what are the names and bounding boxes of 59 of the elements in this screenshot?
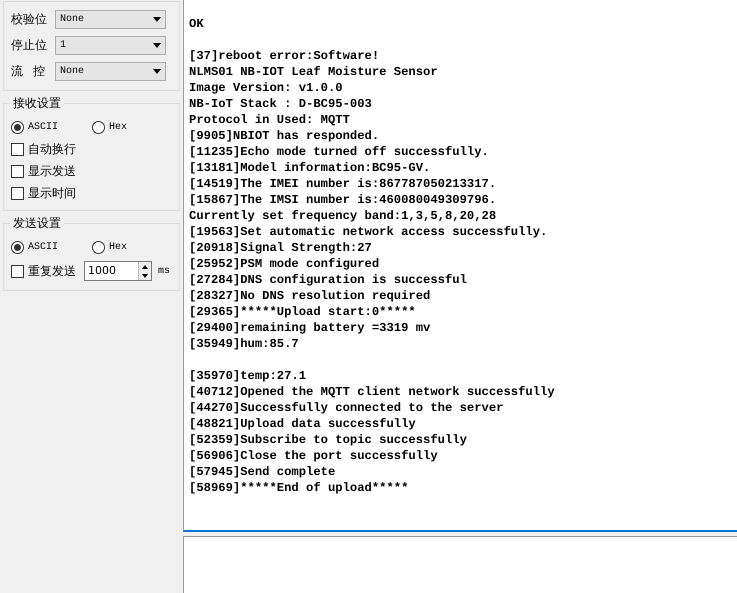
- log-line: [52359]Subscribe to topic successfully: [189, 432, 467, 448]
- checkbox-option[interactable]: 自动换行: [11, 140, 76, 158]
- radio-option[interactable]: Hex: [92, 240, 128, 254]
- setting-label: 校验位: [11, 11, 48, 28]
- log-line: [57945]Send complete: [189, 464, 336, 480]
- log-line: NB-IoT Stack : D-BC95-003: [189, 96, 372, 112]
- radio-option[interactable]: ASCII: [11, 240, 58, 254]
- log-line: OK: [189, 16, 204, 32]
- send-text-field[interactable]: [183, 536, 737, 593]
- log-line: [14519]The IMEI number is:867787050213317.: [189, 176, 496, 192]
- radio-button[interactable]: [11, 120, 24, 134]
- log-line: [56906]Close the port successfully: [189, 448, 438, 464]
- setting-label: 停止位: [11, 37, 48, 54]
- dropdown[interactable]: 1: [55, 36, 166, 54]
- log-line: Image Version: v1.0.0: [189, 80, 343, 96]
- log-line: [27284]DNS configuration is successful: [189, 272, 467, 288]
- group-title: 发送设置: [10, 215, 64, 231]
- caret-icon: [153, 42, 161, 48]
- checkbox-option[interactable]: 显示时间: [11, 184, 76, 202]
- radio-option[interactable]: ASCII: [11, 120, 58, 134]
- radio-button[interactable]: [11, 240, 24, 254]
- log-line: [48821]Upload data successfully: [189, 416, 416, 432]
- caret-icon: [153, 68, 161, 74]
- log-line: [15867]The IMSI number is:460080049309796.: [189, 192, 496, 208]
- radio-option[interactable]: Hex: [92, 120, 128, 134]
- log-line: [35970]temp:27.1: [189, 368, 306, 384]
- log-line: [58969]*****End of upload*****: [189, 480, 408, 496]
- spin-arrows-icon[interactable]: [138, 262, 151, 280]
- log-line: [29365]*****Upload start:0*****: [189, 304, 416, 320]
- log-line: Protocol in Used: MQTT: [189, 112, 350, 128]
- radio-button[interactable]: [92, 240, 106, 254]
- log-line: [13181]Model information:BC95-GV.: [189, 160, 430, 176]
- log-line: [11235]Echo mode turned off successfully.: [189, 144, 489, 160]
- log-line: [40712]Opened the MQTT client network successfully: [189, 384, 555, 400]
- checkbox-option[interactable]: 重复发送: [11, 262, 76, 280]
- interval-spinbox[interactable]: 1000: [84, 261, 152, 281]
- unit-label: ms: [158, 264, 170, 278]
- radio-button[interactable]: [92, 120, 106, 134]
- checkbox[interactable]: [11, 186, 24, 200]
- group-title: 接收设置: [10, 95, 64, 111]
- log-line: [9905]NBIOT has responded.: [189, 128, 380, 144]
- setting-label: 流 控: [11, 63, 46, 80]
- log-line: [20918]Signal Strength:27: [189, 240, 372, 256]
- log-line: [19563]Set automatic network access successfully.: [189, 224, 548, 240]
- log-line: [44270]Successfully connected to the server: [189, 400, 504, 416]
- checkbox[interactable]: [11, 142, 24, 156]
- checkbox-option[interactable]: 显示发送: [11, 162, 76, 180]
- log-line: NLMS01 NB-IOT Leaf Moisture Sensor: [189, 64, 438, 80]
- dropdown[interactable]: None: [55, 62, 166, 80]
- log-line: [35949]hum:85.7: [189, 336, 299, 352]
- checkbox[interactable]: [11, 264, 24, 278]
- log-line: [37]reboot error:Software!: [189, 48, 380, 64]
- dropdown[interactable]: None: [55, 10, 166, 28]
- log-line: [28327]No DNS resolution required: [189, 288, 430, 304]
- log-line: Currently set frequency band:1,3,5,8,20,28: [189, 208, 496, 224]
- log-line: [29400]remaining battery =3319 mv: [189, 320, 430, 336]
- log-line: [25952]PSM mode configured: [189, 256, 380, 272]
- checkbox[interactable]: [11, 164, 24, 178]
- caret-icon: [153, 16, 161, 22]
